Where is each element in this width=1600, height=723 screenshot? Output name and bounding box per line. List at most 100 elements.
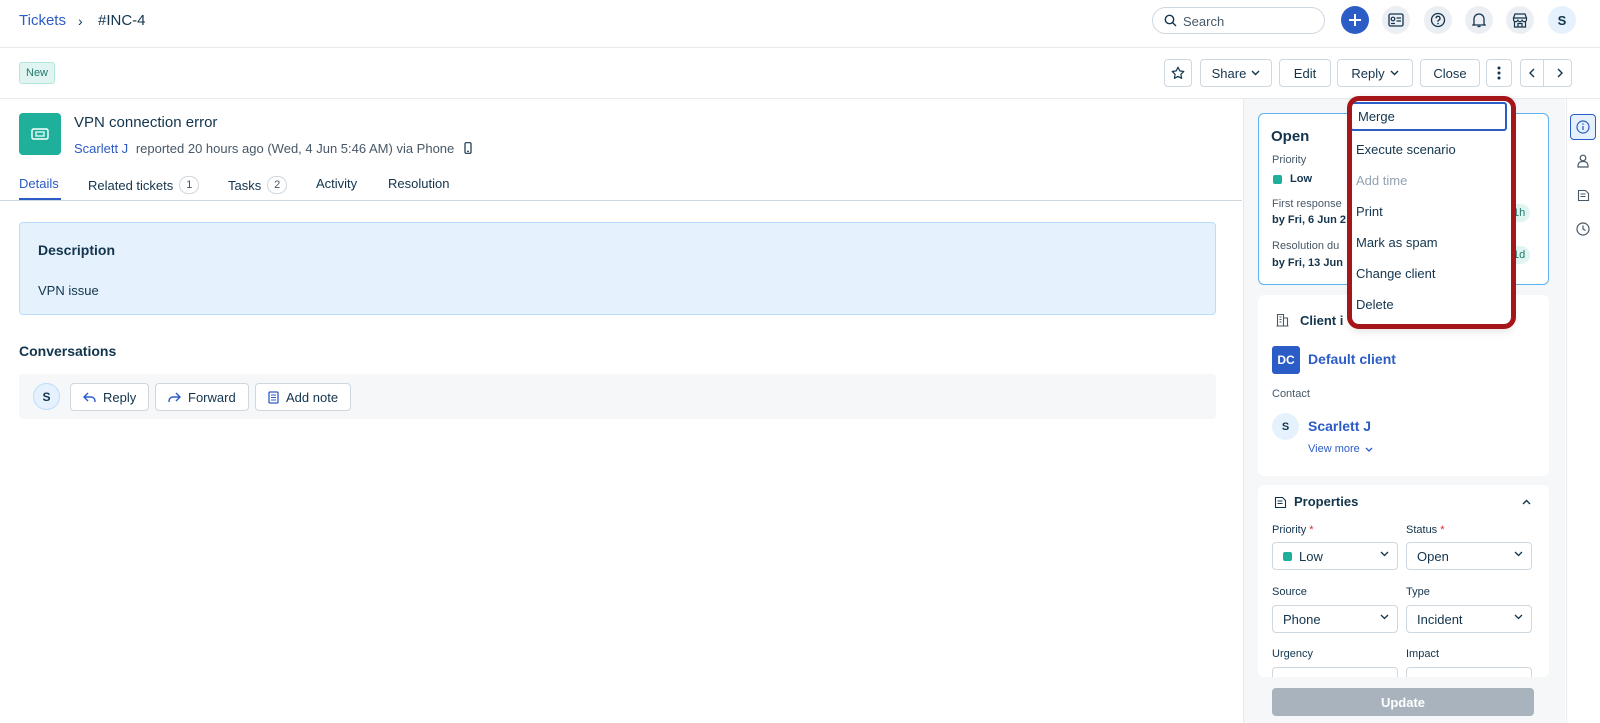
priority-select-value: Low (1299, 549, 1323, 564)
close-ticket-button[interactable]: Close (1420, 59, 1480, 87)
contact-rail-button[interactable] (1573, 151, 1593, 171)
user-avatar[interactable]: S (1548, 6, 1576, 34)
previous-ticket-button[interactable] (1521, 60, 1544, 86)
help-icon (1430, 12, 1446, 28)
reply-label: Reply (1351, 65, 1385, 81)
view-more-link[interactable]: View more (1308, 443, 1373, 455)
collapse-properties-icon[interactable] (1522, 499, 1531, 505)
priority-indicator (1273, 175, 1282, 184)
search-input[interactable]: Search (1152, 7, 1325, 34)
plus-icon (1349, 14, 1361, 26)
tab-related-tickets[interactable]: Related tickets 1 (88, 176, 200, 194)
status-field-label: Status * (1406, 524, 1445, 536)
menu-item-delete[interactable]: Delete (1356, 290, 1507, 319)
type-select[interactable]: Incident (1406, 605, 1532, 633)
edit-button[interactable]: Edit (1279, 59, 1331, 87)
share-label: Share (1211, 65, 1247, 81)
tab-label: Tasks (228, 177, 262, 193)
reply-button[interactable]: Reply (1337, 59, 1413, 87)
chevron-down-icon (1251, 70, 1260, 76)
description-box: Description VPN issue (19, 222, 1216, 315)
priority-indicator (1283, 552, 1292, 561)
breadcrumb-tickets-link[interactable]: Tickets (19, 12, 66, 29)
client-logo: DC (1272, 346, 1300, 374)
status-title: Open (1271, 128, 1310, 145)
menu-item-execute-scenario[interactable]: Execute scenario (1356, 135, 1507, 164)
properties-icon (1274, 496, 1287, 509)
agent-status-button[interactable] (1382, 6, 1410, 34)
urgency-select[interactable] (1272, 667, 1398, 677)
status-select[interactable]: Open (1406, 542, 1532, 570)
reply-action-label: Reply (103, 389, 137, 405)
view-more-label: View more (1308, 443, 1360, 455)
chevron-down-icon (1380, 614, 1389, 620)
marketplace-button[interactable] (1506, 6, 1534, 34)
client-name-link[interactable]: Default client (1308, 351, 1396, 367)
menu-item-change-client[interactable]: Change client (1356, 259, 1507, 288)
ticket-pager (1520, 59, 1572, 87)
new-item-button[interactable] (1341, 6, 1369, 34)
menu-item-merge[interactable]: Merge (1350, 102, 1507, 131)
resolution-due-label: Resolution du (1272, 240, 1340, 252)
help-button[interactable] (1424, 6, 1452, 34)
update-button[interactable]: Update (1272, 688, 1534, 716)
tab-label: Activity (316, 176, 358, 191)
tab-label: Resolution (388, 176, 450, 191)
contact-name-link[interactable]: Scarlett J (1308, 418, 1371, 434)
reply-action-button[interactable]: Reply (70, 383, 150, 411)
source-select[interactable]: Phone (1272, 605, 1398, 633)
store-icon (1512, 12, 1528, 28)
chevron-down-icon (1514, 614, 1523, 620)
chevron-left-icon (1528, 68, 1535, 78)
priority-select[interactable]: Low (1272, 542, 1398, 570)
menu-item-label: Execute scenario (1356, 142, 1456, 157)
add-note-button[interactable]: Add note (255, 383, 352, 411)
kebab-icon (1497, 66, 1501, 80)
ticket-subject: VPN connection error (74, 114, 218, 131)
forward-action-button[interactable]: Forward (155, 383, 249, 411)
search-placeholder: Search (1183, 14, 1225, 29)
next-ticket-button[interactable] (1549, 60, 1571, 86)
priority-field-label: Priority * (1272, 524, 1314, 536)
type-field-label: Type (1406, 586, 1430, 598)
more-actions-button[interactable] (1486, 59, 1512, 87)
menu-item-print[interactable]: Print (1356, 197, 1507, 226)
menu-item-mark-as-spam[interactable]: Mark as spam (1356, 228, 1507, 257)
reporter-link[interactable]: Scarlett J (74, 141, 128, 156)
tab-resolution[interactable]: Resolution (388, 176, 449, 191)
notifications-button[interactable] (1465, 6, 1493, 34)
tab-tasks[interactable]: Tasks 2 (228, 176, 288, 194)
description-heading: Description (38, 242, 116, 258)
tab-count: 1 (179, 176, 200, 194)
ticket-icon (31, 128, 49, 140)
menu-item-label: Merge (1358, 109, 1395, 124)
client-info-heading: Client i (1300, 313, 1344, 328)
tab-details[interactable]: Details (19, 176, 59, 191)
add-note-label: Add note (286, 389, 339, 405)
timeline-rail-button[interactable] (1573, 219, 1593, 239)
source-field-label: Source (1272, 586, 1307, 598)
ticket-meta: Scarlett J reported 20 hours ago (Wed, 4… (74, 141, 472, 156)
properties-heading: Properties (1294, 494, 1359, 509)
first-response-label: First response (1272, 198, 1342, 210)
phone-icon (464, 142, 472, 154)
contact-label: Contact (1272, 388, 1310, 400)
notes-rail-button[interactable] (1573, 185, 1593, 205)
menu-item-label: Print (1356, 204, 1383, 219)
first-response-remaining: 1h (1508, 204, 1531, 222)
impact-select[interactable] (1406, 667, 1532, 677)
contact-avatar: S (1272, 413, 1299, 440)
share-button[interactable]: Share (1200, 59, 1272, 87)
notebook-icon (1577, 189, 1589, 201)
active-tab-indicator (19, 198, 61, 200)
ticket-meta-text: reported 20 hours ago (Wed, 4 Jun 5:46 A… (135, 141, 455, 156)
tab-activity[interactable]: Activity (316, 176, 357, 191)
note-icon (268, 390, 279, 404)
menu-item-label: Delete (1356, 297, 1394, 312)
description-body: VPN issue (38, 283, 99, 298)
first-response-due: by Fri, 6 Jun 2 (1272, 214, 1346, 226)
sla-priority-value: Low (1290, 173, 1312, 185)
star-button[interactable] (1164, 59, 1192, 87)
urgency-field-label: Urgency (1272, 648, 1313, 660)
chevron-down-icon (1514, 551, 1523, 557)
